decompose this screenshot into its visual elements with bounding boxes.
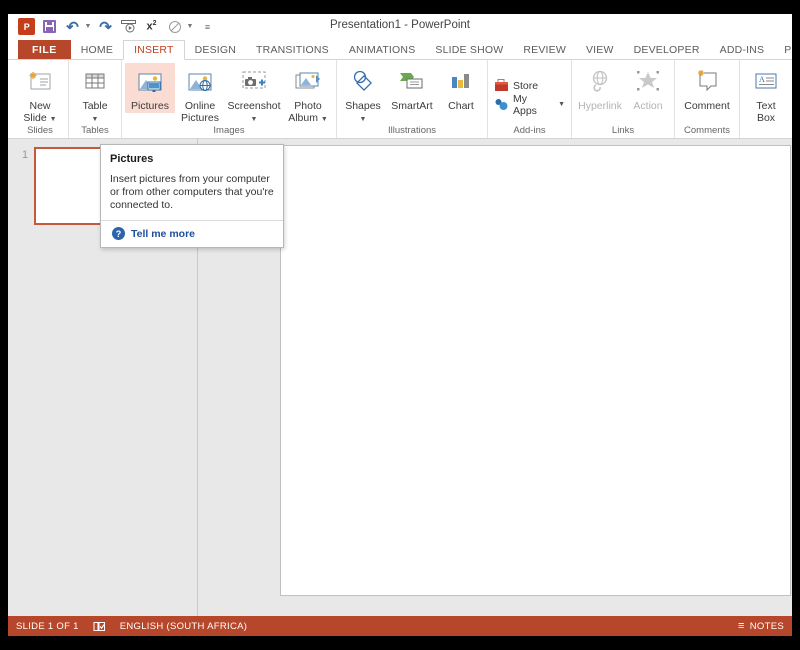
thumbnail-number: 1: [22, 149, 28, 161]
tell-me-more-label: Tell me more: [131, 228, 195, 240]
text-box-button[interactable]: A Text Box: [743, 63, 789, 124]
ribbon-group-tables: Table ▼ Tables: [69, 60, 122, 138]
my-apps-button[interactable]: My Apps ▼: [491, 95, 568, 114]
header-and-footer-button[interactable]: Header & Footer: [789, 63, 792, 124]
new-slide-button[interactable]: New Slide ▼: [15, 63, 65, 124]
slide-canvas[interactable]: [280, 145, 791, 596]
title-bar: P ↶ ▼ ↷ x2: [8, 14, 792, 40]
tab-insert[interactable]: INSERT: [123, 40, 185, 60]
powerpoint-window: P ↶ ▼ ↷ x2: [8, 14, 792, 636]
tab-view[interactable]: VIEW: [576, 40, 624, 59]
tab-design[interactable]: DESIGN: [185, 40, 246, 59]
tab-pdf[interactable]: PDF: [774, 40, 792, 59]
slide-counter[interactable]: SLIDE 1 OF 1: [16, 621, 79, 632]
ribbon-group-text: A Text Box: [740, 60, 792, 138]
table-dropdown-icon[interactable]: ▼: [92, 116, 99, 123]
smartart-button[interactable]: SmartArt: [386, 63, 438, 113]
notes-label[interactable]: NOTES: [750, 621, 784, 632]
window-title: Presentation1 - PowerPoint: [8, 19, 792, 31]
table-button[interactable]: Table ▼: [72, 63, 118, 124]
svg-text:A: A: [759, 75, 765, 84]
tab-add-ins[interactable]: ADD-INS: [710, 40, 775, 59]
shapes-button[interactable]: Shapes ▼: [340, 63, 386, 124]
status-bar: SLIDE 1 OF 1 ENGLISH (SOUTH AFRICA) ≡ NO…: [8, 616, 792, 636]
screenshot-icon: [238, 66, 270, 98]
language-label: ENGLISH (SOUTH AFRICA): [120, 621, 247, 632]
group-label-add-ins: Add-ins: [491, 123, 568, 138]
smartart-icon: [396, 66, 428, 98]
text-box-icon: A: [750, 66, 782, 98]
tell-me-more-link[interactable]: ? Tell me more: [110, 221, 274, 247]
group-label-illustrations: Illustrations: [340, 123, 484, 138]
tab-animations[interactable]: ANIMATIONS: [339, 40, 426, 59]
comment-button[interactable]: Comment: [678, 63, 736, 113]
group-label-tables: Tables: [72, 123, 118, 138]
comment-icon: [691, 66, 723, 98]
tab-home[interactable]: HOME: [71, 40, 123, 59]
ribbon-group-comments: Comment Comments: [675, 60, 740, 138]
action-button[interactable]: Action: [625, 63, 671, 113]
hyperlink-icon: [584, 66, 616, 98]
online-pictures-icon: [184, 66, 216, 98]
pictures-icon: [134, 66, 166, 98]
tab-review[interactable]: REVIEW: [513, 40, 576, 59]
photo-album-dropdown-icon[interactable]: ▼: [321, 116, 328, 123]
pictures-tooltip: Pictures Insert pictures from your compu…: [100, 144, 284, 248]
screenshot-button[interactable]: Screenshot ▼: [225, 63, 283, 124]
my-apps-dropdown-icon[interactable]: ▼: [558, 102, 565, 108]
shapes-icon: [347, 66, 379, 98]
my-apps-icon: [494, 97, 509, 112]
ribbon: New Slide ▼ Slides: [8, 60, 792, 139]
store-icon: [494, 78, 509, 93]
spell-check-icon[interactable]: [93, 621, 106, 632]
tab-transitions[interactable]: TRANSITIONS: [246, 40, 339, 59]
slide-editing-pane: [198, 139, 792, 616]
new-slide-dropdown-icon[interactable]: ▼: [50, 116, 57, 123]
shapes-dropdown-icon[interactable]: ▼: [360, 116, 367, 123]
status-bar-right: ≡ NOTES: [738, 621, 784, 632]
action-icon: [632, 66, 664, 98]
chart-button[interactable]: Chart: [438, 63, 484, 113]
tooltip-description: Insert pictures from your computer or fr…: [110, 173, 274, 212]
notes-icon[interactable]: ≡: [738, 621, 745, 631]
chart-icon: [445, 66, 477, 98]
group-label-images: Images: [125, 123, 333, 138]
ribbon-group-add-ins: Store My Apps ▼ Add-ins: [488, 60, 572, 138]
ribbon-tab-strip: FILE HOME INSERT DESIGN TRANSITIONS ANIM…: [8, 40, 792, 60]
pictures-button[interactable]: Pictures: [125, 63, 175, 113]
table-icon: [79, 66, 111, 98]
workspace: 1 Pictures Insert pictures from your com…: [8, 139, 792, 616]
slide-counter-label: SLIDE 1 OF 1: [16, 621, 79, 632]
group-label-text: Text: [743, 123, 792, 138]
photo-album-icon: [292, 66, 324, 98]
new-slide-icon: [24, 66, 56, 98]
help-icon: ?: [112, 227, 125, 240]
tab-slide-show[interactable]: SLIDE SHOW: [425, 40, 513, 59]
hyperlink-button[interactable]: Hyperlink: [575, 63, 625, 113]
tab-developer[interactable]: DEVELOPER: [624, 40, 710, 59]
photo-album-button[interactable]: Photo Album ▼: [283, 63, 333, 124]
tooltip-title: Pictures: [110, 153, 274, 165]
ribbon-group-illustrations: Shapes ▼ SmartArt: [337, 60, 488, 138]
group-label-comments: Comments: [678, 123, 736, 138]
ribbon-group-images: Pictures Online Picture: [122, 60, 337, 138]
online-pictures-button[interactable]: Online Pictures: [175, 63, 225, 124]
language-indicator[interactable]: ENGLISH (SOUTH AFRICA): [120, 621, 247, 632]
screenshot-dropdown-icon[interactable]: ▼: [251, 116, 258, 123]
ribbon-group-slides: New Slide ▼ Slides: [12, 60, 69, 138]
tab-file[interactable]: FILE: [18, 40, 71, 59]
group-label-links: Links: [575, 123, 671, 138]
group-label-slides: Slides: [15, 123, 65, 138]
ribbon-group-links: Hyperlink Action Links: [572, 60, 675, 138]
